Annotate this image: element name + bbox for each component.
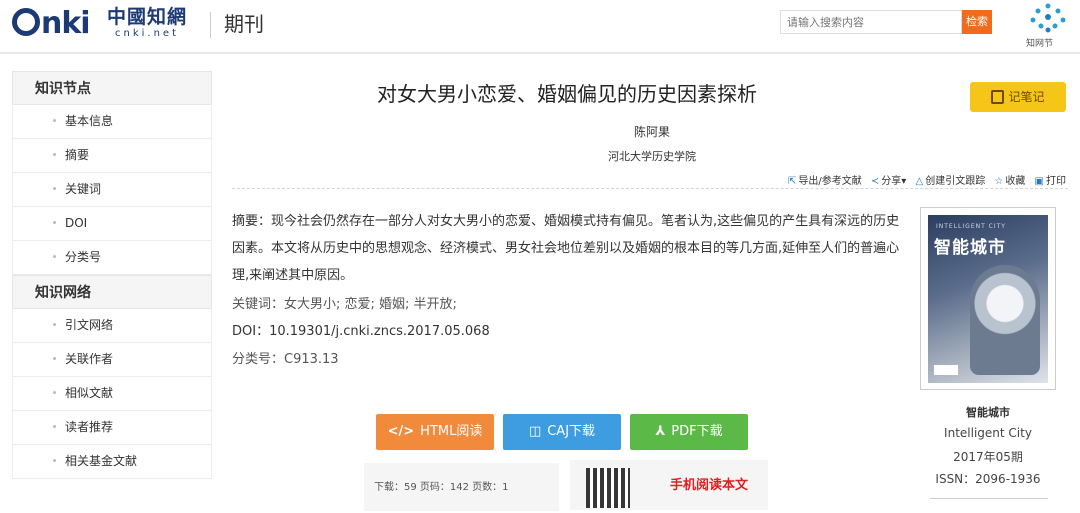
sidebar-item-similar-docs[interactable]: 相似文献 [12,377,212,411]
bell-icon: △ [915,176,924,187]
export-icon: ⇱ [787,176,797,187]
journal-issue: 2017年05期 [953,450,1023,464]
sidebar-item-citation-network[interactable]: 引文网络 [12,309,212,343]
sidebar-item-doi[interactable]: DOI [12,207,212,241]
notebook-icon [991,90,1005,104]
sidebar: 知识节点 基本信息 摘要 关键词 DOI 分类号 知识网络 引文网络 关联作者 … [12,71,212,479]
sidebar-item-fund-docs[interactable]: 相关基金文献 [12,445,212,479]
search-box [780,10,962,34]
organization-link[interactable]: 河北大学历史学院 [232,148,1072,164]
mobile-read-panel[interactable]: 手机阅读本文 [570,460,768,510]
book-icon: ◫ [528,424,542,439]
sidebar-heading-knowledge-network: 知识网络 [12,275,212,309]
header-divider-line [0,52,1080,54]
sidebar-item-basic-info[interactable]: 基本信息 [12,105,212,139]
keywords-text: 关键词：女大男小; 恋爱; 婚姻; 半开放; [232,297,457,312]
html-read-button[interactable]: </> HTML阅读 [376,414,494,450]
journal-cover[interactable]: INTELLIGENT CITY 智能城市 [920,207,1056,390]
sidebar-item-keywords[interactable]: 关键词 [12,173,212,207]
pdf-download-button[interactable]: ⅄ PDF下载 [630,414,748,450]
download-stats: 下载：59 页码：142 页数：1 [364,463,559,511]
chevron-down-icon: ▾ [901,176,907,187]
share-icon: ≺ [870,176,880,187]
search-input[interactable] [781,11,961,34]
logo-wordmark: nki [12,6,91,42]
journal-divider [930,498,1048,499]
take-note-button[interactable]: 记笔记 [970,82,1066,112]
logo-domain: cnki.net [115,28,179,39]
journal-name-en: Intelligent City [944,426,1032,440]
cover-english-title: INTELLIGENT CITY [936,223,1006,230]
sidebar-heading-knowledge-nodes: 知识节点 [12,71,212,105]
printer-icon: ▣ [1034,176,1044,187]
header-divider [210,12,211,38]
search-button[interactable]: 检索 [962,10,992,34]
barcode-icon [934,365,958,375]
mobile-read-link[interactable]: 手机阅读本文 [670,474,748,493]
section-divider [232,188,1068,189]
article-title: 对女大男小恋爱、婚姻偏见的历史因素探析 [377,82,757,106]
article-toolbar: ⇱ 导出/参考文献 ≺ 分享▾ △ 创建引文跟踪 ☆ 收藏 ▣ 打印 [782,172,1066,187]
cnki-logo[interactable]: nki 中國知網 cnki.net [12,6,202,42]
journal-issn: ISSN：2096-1936 [935,472,1041,486]
section-title: 期刊 [224,12,264,36]
logo-chinese: 中國知網 [107,6,188,28]
sidebar-item-abstract[interactable]: 摘要 [12,139,212,173]
doi-text: DOI：10.19301/j.cnki.zncs.2017.05.068 [232,324,490,339]
author-link[interactable]: 陈阿果 [232,123,1072,140]
star-icon: ☆ [994,176,1004,187]
track-button[interactable]: △ 创建引文跟踪 [916,176,986,187]
abstract-text: 摘要：现今社会仍然存在一部分人对女大男小的恋爱、婚姻模式持有偏见。笔者认为,这些… [232,214,900,283]
top-header: nki 中國知網 cnki.net 期刊 检索 知网节 [0,0,1080,52]
pdf-icon: ⅄ [655,424,666,439]
robot-illustration [970,265,1040,375]
sidebar-item-related-authors[interactable]: 关联作者 [12,343,212,377]
zhiwang-label: 知网节 [1026,39,1054,49]
journal-name[interactable]: 智能城市 [924,404,1052,420]
logo-c-icon [12,8,40,36]
favorite-button[interactable]: ☆ 收藏 [994,176,1025,187]
print-button[interactable]: ▣ 打印 [1035,176,1066,187]
qr-code-icon [586,468,630,508]
classification-text: 分类号：C913.13 [232,352,339,367]
sidebar-item-classification[interactable]: 分类号 [12,241,212,275]
sidebar-item-reader-recommend[interactable]: 读者推荐 [12,411,212,445]
cover-image: INTELLIGENT CITY 智能城市 [928,215,1048,383]
share-button[interactable]: ≺ 分享▾ [871,176,906,187]
export-button[interactable]: ⇱ 导出/参考文献 [788,176,862,187]
code-icon: </> [387,424,415,439]
caj-download-button[interactable]: ◫ CAJ下载 [503,414,621,450]
cover-title: 智能城市 [934,238,1006,258]
